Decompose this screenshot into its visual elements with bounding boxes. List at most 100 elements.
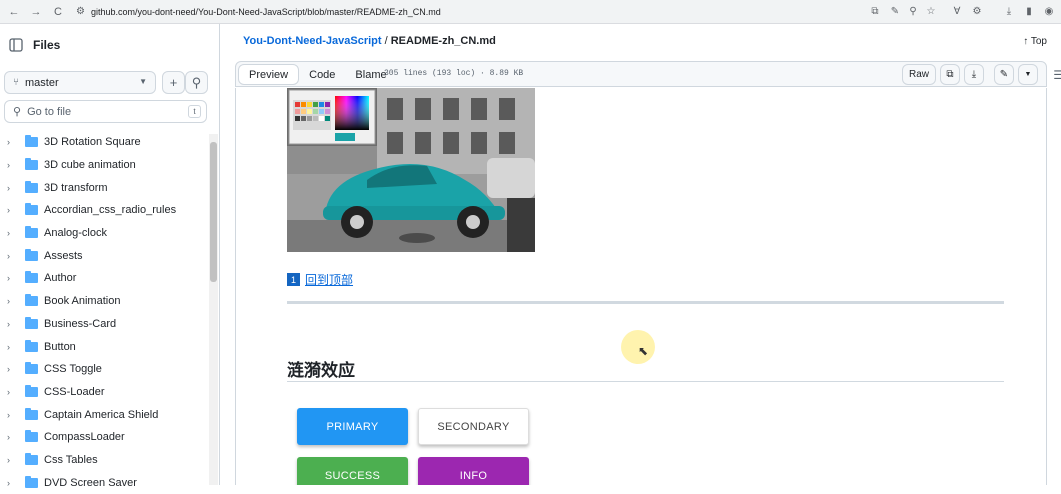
site-info-icon[interactable]: ⚙ xyxy=(76,6,85,17)
tree-item[interactable]: › CSS Toggle xyxy=(0,358,210,381)
folder-icon xyxy=(25,294,38,307)
bookmark-star-icon[interactable]: ☆ xyxy=(924,4,938,18)
chevron-right-icon[interactable]: › xyxy=(7,228,19,238)
folder-icon xyxy=(25,316,38,329)
tree-item[interactable]: › Button xyxy=(0,335,210,358)
tree-item[interactable]: › 3D Rotation Square xyxy=(0,131,210,154)
sidepanel-icon[interactable]: ▮ xyxy=(1022,4,1036,18)
sidebar-collapse-icon[interactable] xyxy=(9,38,23,52)
branch-selector[interactable]: ⑂ master ▼ xyxy=(4,71,156,94)
go-to-file-placeholder: Go to file xyxy=(27,105,72,118)
search-icon: ⚲ xyxy=(13,106,22,118)
download-icon[interactable]: ⤓ xyxy=(1002,4,1016,18)
view-mode-tabs: Preview Code Blame xyxy=(238,64,397,85)
ripple-secondary-button[interactable]: SECONDARY xyxy=(418,408,529,445)
ripple-success-button[interactable]: SUCCESS xyxy=(297,457,408,485)
chevron-right-icon[interactable]: › xyxy=(7,387,19,397)
chevron-right-icon[interactable]: › xyxy=(7,251,19,261)
sidebar-scrollbar[interactable] xyxy=(209,134,218,485)
back-to-top-text: 回到顶部 xyxy=(305,273,354,287)
chevron-down-icon[interactable]: ▼ xyxy=(1018,64,1038,85)
tree-item[interactable]: › Captain America Shield xyxy=(0,403,210,426)
breadcrumb-separator: / xyxy=(384,35,388,47)
add-file-button[interactable]: + xyxy=(162,71,185,94)
puzzle-icon[interactable]: ⚙ xyxy=(970,4,984,18)
chevron-right-icon[interactable]: › xyxy=(7,478,19,488)
tree-item-label: Book Animation xyxy=(44,295,121,308)
chevron-right-icon[interactable]: › xyxy=(7,432,19,442)
chevron-right-icon[interactable]: › xyxy=(7,137,19,147)
profile-avatar-icon[interactable]: ◉ xyxy=(1042,4,1056,18)
repo-link[interactable]: You-Dont-Need-JavaScript xyxy=(243,35,382,47)
chevron-right-icon[interactable]: › xyxy=(7,364,19,374)
tree-item-label: Business-Card xyxy=(44,317,117,330)
tree-item[interactable]: › Book Animation xyxy=(0,290,210,313)
folder-icon xyxy=(25,248,38,261)
chevron-right-icon[interactable]: › xyxy=(7,455,19,465)
extension-icon[interactable]: ∀ xyxy=(950,4,964,18)
mouse-cursor-icon: ⬉ xyxy=(638,344,649,358)
chevron-right-icon[interactable]: › xyxy=(7,342,19,352)
top-link[interactable]: ↑ Top xyxy=(1023,36,1047,47)
cast-icon[interactable]: ⧉ xyxy=(868,4,882,18)
file-meta: 305 lines (193 loc) · 8.89 KB xyxy=(384,69,524,78)
chevron-right-icon[interactable]: › xyxy=(7,183,19,193)
edit-pencil-icon[interactable]: ✎ xyxy=(994,64,1014,85)
folder-icon xyxy=(25,339,38,352)
tree-item[interactable]: › Css Tables xyxy=(0,449,210,472)
branch-icon: ⑂ xyxy=(13,77,19,88)
tree-item[interactable]: › Business-Card xyxy=(0,313,210,336)
tree-item-label: 3D transform xyxy=(44,181,108,194)
chevron-right-icon[interactable]: › xyxy=(7,205,19,215)
folder-icon xyxy=(25,226,38,239)
file-toolbar: Preview Code Blame 305 lines (193 loc) ·… xyxy=(235,61,1061,87)
tree-item-label: Css Tables xyxy=(44,453,98,466)
folder-icon xyxy=(25,158,38,171)
tree-item[interactable]: › Author xyxy=(0,267,210,290)
breadcrumb: You-Dont-Need-JavaScript / README-zh_CN.… xyxy=(243,35,496,47)
tree-item[interactable]: › 3D transform xyxy=(0,176,210,199)
file-tree-sidebar: Files ⑂ master ▼ + ⚲ ⚲ Go to file t › 3D … xyxy=(0,24,220,489)
address-bar[interactable]: ⚙ github.com/you-dont-need/You-Dont-Need… xyxy=(76,0,441,24)
copy-icon[interactable]: ⧉ xyxy=(940,64,960,85)
tree-item-label: Button xyxy=(44,340,76,353)
tab-code[interactable]: Code xyxy=(299,64,345,85)
download-icon[interactable]: ⤓ xyxy=(964,64,984,85)
shortcut-key: t xyxy=(188,105,201,118)
ripple-primary-button[interactable]: PRIMARY xyxy=(297,408,408,445)
folder-icon xyxy=(25,271,38,284)
tree-item[interactable]: › Accordian_css_radio_rules xyxy=(0,199,210,222)
back-button[interactable]: ← xyxy=(6,4,22,20)
raw-button[interactable]: Raw xyxy=(901,64,936,85)
tab-preview[interactable]: Preview xyxy=(238,64,300,85)
branch-name: master xyxy=(25,76,59,89)
zoom-icon[interactable]: ⚲ xyxy=(906,4,920,18)
tree-item[interactable]: › CompassLoader xyxy=(0,426,210,449)
ripple-info-button[interactable]: INFO xyxy=(418,457,529,485)
scrollbar-thumb[interactable] xyxy=(210,142,217,282)
tree-item-label: Assests xyxy=(44,249,83,262)
folder-icon xyxy=(25,135,38,148)
chevron-right-icon[interactable]: › xyxy=(7,296,19,306)
tree-item[interactable]: › Analog-clock xyxy=(0,222,210,245)
chevron-right-icon[interactable]: › xyxy=(7,410,19,420)
chevron-right-icon[interactable]: › xyxy=(7,273,19,283)
forward-button[interactable]: → xyxy=(28,4,44,20)
search-button[interactable]: ⚲ xyxy=(185,71,208,94)
chevron-right-icon[interactable]: › xyxy=(7,319,19,329)
tree-item[interactable]: › Assests xyxy=(0,244,210,267)
tree-item[interactable]: › DVD Screen Saver xyxy=(0,471,210,494)
tree-item[interactable]: › CSS-Loader xyxy=(0,381,210,404)
tree-item-label: Author xyxy=(44,272,77,285)
outline-list-icon[interactable]: ☰ xyxy=(1053,68,1061,82)
tree-item[interactable]: › 3D cube animation xyxy=(0,154,210,177)
reload-button[interactable]: C xyxy=(50,4,66,20)
markdown-body: 1 回到顶部 ⬉ 涟漪效应 PRIMARY SECONDARY SUCCESS … xyxy=(235,88,1047,485)
tree-item-label: CompassLoader xyxy=(44,431,125,444)
translate-icon[interactable]: ✎ xyxy=(888,4,902,18)
back-to-top-link[interactable]: 1 回到顶部 xyxy=(287,271,353,288)
go-to-file-input[interactable]: ⚲ Go to file t xyxy=(4,100,207,123)
horizontal-rule xyxy=(287,301,1004,304)
chevron-right-icon[interactable]: › xyxy=(7,160,19,170)
tree-item-label: 3D cube animation xyxy=(44,159,136,172)
